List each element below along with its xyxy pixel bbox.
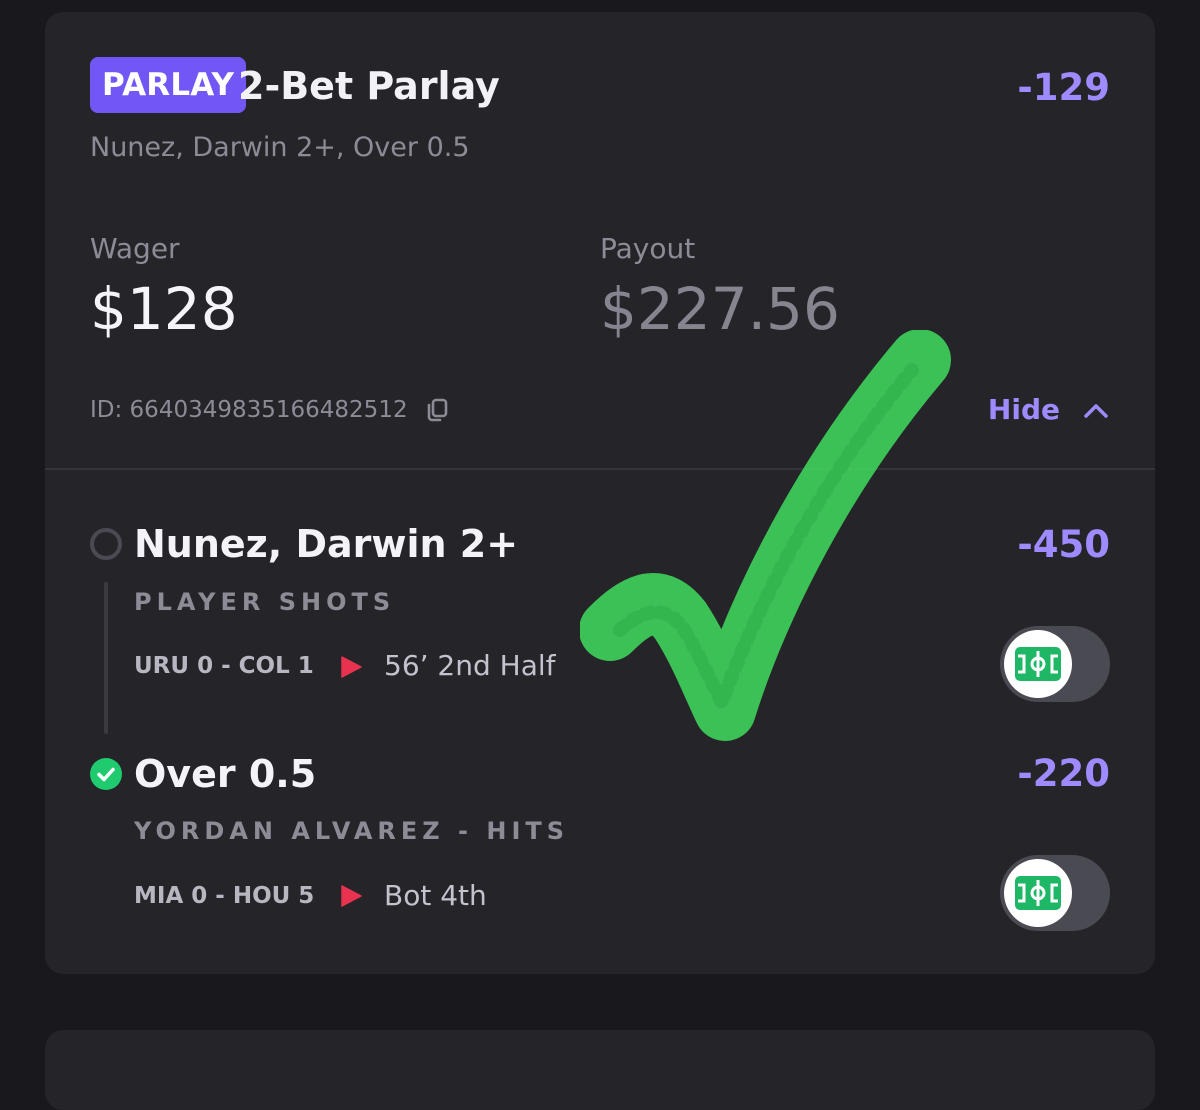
parlay-badge: PARLAY [90,57,247,113]
bet-subtitle: Nunez, Darwin 2+, Over 0.5 [90,132,470,163]
live-tracker-toggle[interactable] [1000,855,1110,931]
won-check-icon [90,758,122,790]
hide-button[interactable]: Hide [988,390,1110,430]
live-tracker-toggle[interactable] [1000,626,1110,702]
copy-icon[interactable] [424,397,450,423]
bet-id: ID: 6640349835166482512 [90,397,408,423]
play-triangle-icon [340,656,362,678]
payout-label: Payout [600,232,696,265]
leg-game-time: 56’ 2nd Half [384,649,556,682]
bet-odds: -129 [1017,66,1110,109]
soccer-field-icon [1004,859,1072,927]
bet-id-row: ID: 6640349835166482512 [90,394,450,426]
play-triangle-icon [340,885,362,907]
divider [45,468,1155,470]
leg-market: YORDAN ALVAREZ - HITS [134,817,570,845]
pending-status-icon [90,528,122,560]
leg-score: MIA 0 - HOU 5 [134,883,315,909]
leg-score: URU 0 - COL 1 [134,653,314,679]
wager-label: Wager [90,232,180,265]
leg-connector [104,582,108,734]
leg-game-time: Bot 4th [384,879,487,912]
leg-name: Nunez, Darwin 2+ [134,522,519,566]
next-bet-card [45,1030,1155,1110]
leg-market: PLAYER SHOTS [134,588,396,616]
leg-odds: -220 [1017,752,1110,795]
hide-label: Hide [987,393,1060,426]
payout-value: $227.56 [600,275,840,343]
soccer-field-icon [1004,630,1072,698]
chevron-up-icon [1082,396,1110,424]
leg-name: Over 0.5 [134,752,317,796]
wager-value: $128 [90,275,238,343]
bet-title: 2-Bet Parlay [238,64,500,108]
leg-odds: -450 [1017,523,1110,566]
